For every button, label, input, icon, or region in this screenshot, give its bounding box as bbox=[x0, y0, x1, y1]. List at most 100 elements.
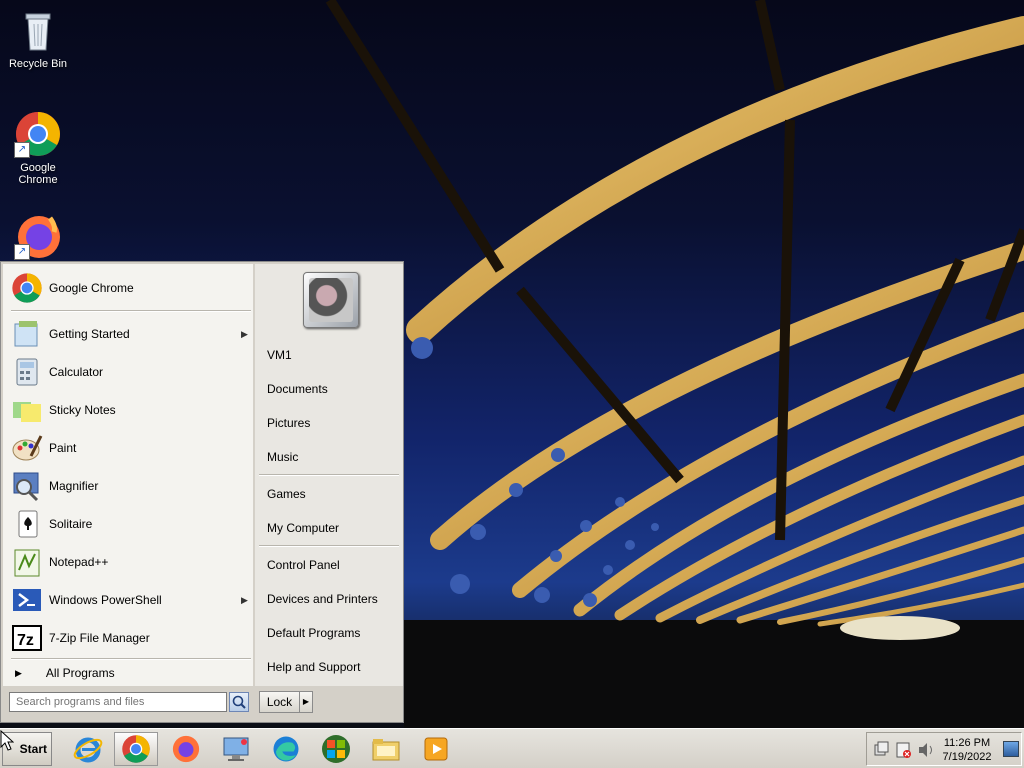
taskbar-app-windows[interactable] bbox=[314, 732, 358, 766]
divider bbox=[259, 545, 399, 547]
divider bbox=[259, 474, 399, 476]
sticky-notes-icon bbox=[11, 394, 43, 426]
system-tray: 11:26 PM 7/19/2022 bbox=[866, 732, 1022, 766]
start-link-help-support[interactable]: Help and Support bbox=[267, 656, 399, 678]
desktop-icon-label: Google Chrome bbox=[18, 162, 58, 186]
all-programs-label: All Programs bbox=[45, 666, 115, 680]
lock-button[interactable]: Lock ▶ bbox=[259, 691, 313, 713]
start-item-label: 7-Zip File Manager bbox=[49, 631, 150, 645]
start-link-games[interactable]: Games bbox=[267, 483, 399, 505]
folder-icon bbox=[372, 739, 400, 761]
start-link-label: Documents bbox=[267, 382, 328, 396]
action-center-icon[interactable] bbox=[896, 742, 911, 758]
chrome-icon bbox=[11, 272, 43, 304]
start-item-solitaire[interactable]: Solitaire bbox=[11, 506, 251, 542]
taskbar-app-firefox[interactable] bbox=[164, 732, 208, 766]
7zip-icon: 7z bbox=[11, 622, 43, 654]
desktop-icon-recycle-bin[interactable]: Recycle Bin bbox=[0, 6, 76, 70]
desktop-icon-firefox[interactable]: ↗ bbox=[0, 212, 76, 264]
divider bbox=[11, 310, 251, 312]
magnifier-icon bbox=[11, 470, 43, 502]
desktop-icon-google-chrome[interactable]: ↗ Google Chrome bbox=[0, 110, 76, 186]
start-item-google-chrome[interactable]: Google Chrome bbox=[11, 270, 251, 306]
taskbar-app-google-chrome[interactable] bbox=[114, 732, 158, 766]
tray-icons bbox=[874, 741, 932, 758]
start-item-label: Solitaire bbox=[49, 517, 93, 531]
taskbar: Start 11:26 PM 7/19/2022 bbox=[0, 728, 1024, 768]
start-item-label: Windows PowerShell bbox=[49, 593, 162, 607]
firefox-icon: ↗ bbox=[14, 212, 62, 260]
start-item-label: Calculator bbox=[49, 365, 104, 379]
network-icon[interactable] bbox=[874, 741, 889, 756]
start-item-label: Getting Started bbox=[49, 327, 130, 341]
start-link-user[interactable]: VM1 bbox=[267, 344, 399, 366]
taskbar-app-file-explorer[interactable] bbox=[364, 732, 408, 766]
start-link-music[interactable]: Music bbox=[267, 446, 399, 468]
start-link-label: Devices and Printers bbox=[267, 592, 378, 606]
solitaire-icon bbox=[11, 508, 43, 540]
calculator-icon bbox=[11, 356, 43, 388]
start-link-pictures[interactable]: Pictures bbox=[267, 412, 399, 434]
chrome-icon bbox=[122, 735, 150, 763]
start-link-label: VM1 bbox=[267, 348, 292, 362]
start-menu-bottom-bar: Lock ▶ bbox=[3, 688, 403, 720]
search-input[interactable] bbox=[9, 692, 227, 712]
start-item-windows-powershell[interactable]: Windows PowerShell ▶ bbox=[11, 582, 251, 618]
user-avatar[interactable] bbox=[303, 272, 359, 328]
windows-logo-icon bbox=[322, 735, 350, 763]
start-item-label: Sticky Notes bbox=[49, 403, 116, 417]
submenu-arrow-icon: ▶ bbox=[241, 328, 248, 339]
start-item-label: Notepad++ bbox=[49, 555, 109, 569]
clock-date[interactable]: 7/19/2022 bbox=[939, 751, 995, 763]
start-menu-programs-pane: Google Chrome Getting Started ▶ Calculat… bbox=[3, 264, 253, 686]
lock-label: Lock bbox=[266, 695, 293, 709]
edge-icon bbox=[273, 736, 299, 762]
firefox-icon bbox=[172, 735, 200, 763]
start-link-devices-printers[interactable]: Devices and Printers bbox=[267, 588, 399, 610]
start-item-paint[interactable]: Paint bbox=[11, 430, 251, 466]
show-desktop-icon[interactable] bbox=[1003, 741, 1019, 757]
start-menu: Google Chrome Getting Started ▶ Calculat… bbox=[0, 261, 404, 723]
recycle-bin-icon bbox=[14, 6, 62, 54]
start-item-label: Paint bbox=[49, 441, 77, 455]
taskbar-app-remote-desktop[interactable] bbox=[214, 732, 258, 766]
start-item-7zip[interactable]: 7z 7-Zip File Manager bbox=[11, 620, 251, 656]
taskbar-app-media-player[interactable] bbox=[414, 732, 458, 766]
start-item-notepadpp[interactable]: Notepad++ bbox=[11, 544, 251, 580]
start-link-label: Control Panel bbox=[267, 558, 340, 572]
start-item-label: Google Chrome bbox=[49, 281, 134, 295]
start-item-getting-started[interactable]: Getting Started ▶ bbox=[11, 316, 251, 352]
powershell-icon bbox=[11, 584, 43, 616]
taskbar-app-microsoft-edge[interactable] bbox=[264, 732, 308, 766]
all-programs-button[interactable]: ▶ All Programs bbox=[11, 662, 251, 684]
submenu-arrow-icon: ▶ bbox=[241, 594, 248, 605]
media-player-icon bbox=[424, 737, 448, 761]
start-item-magnifier[interactable]: Magnifier bbox=[11, 468, 251, 504]
start-link-label: Games bbox=[267, 487, 306, 501]
search-button[interactable] bbox=[229, 692, 249, 712]
paint-icon bbox=[11, 432, 43, 464]
volume-icon[interactable] bbox=[919, 743, 932, 757]
shortcut-arrow-icon: ↗ bbox=[14, 142, 30, 158]
start-link-control-panel[interactable]: Control Panel bbox=[267, 554, 399, 576]
start-link-label: Default Programs bbox=[267, 626, 361, 640]
divider bbox=[11, 658, 251, 660]
start-link-default-programs[interactable]: Default Programs bbox=[267, 622, 399, 644]
getting-started-icon bbox=[11, 318, 43, 350]
start-link-documents[interactable]: Documents bbox=[267, 378, 399, 400]
notepadpp-icon bbox=[11, 546, 43, 578]
start-item-calculator[interactable]: Calculator bbox=[11, 354, 251, 390]
desktop-icon-label: Recycle Bin bbox=[8, 58, 68, 70]
start-item-sticky-notes[interactable]: Sticky Notes bbox=[11, 392, 251, 428]
start-link-my-computer[interactable]: My Computer bbox=[267, 517, 399, 539]
taskbar-app-internet-explorer[interactable] bbox=[66, 732, 110, 766]
mouse-cursor-icon bbox=[0, 730, 14, 751]
start-label: Start bbox=[19, 742, 47, 756]
user-picture-icon bbox=[309, 278, 353, 322]
svg-text:7z: 7z bbox=[17, 632, 34, 649]
chrome-icon: ↗ bbox=[14, 110, 62, 158]
clock-time[interactable]: 11:26 PM bbox=[939, 737, 995, 749]
lock-options-arrow-icon[interactable]: ▶ bbox=[299, 692, 312, 712]
shortcut-arrow-icon: ↗ bbox=[14, 244, 30, 260]
start-link-label: My Computer bbox=[267, 521, 340, 535]
